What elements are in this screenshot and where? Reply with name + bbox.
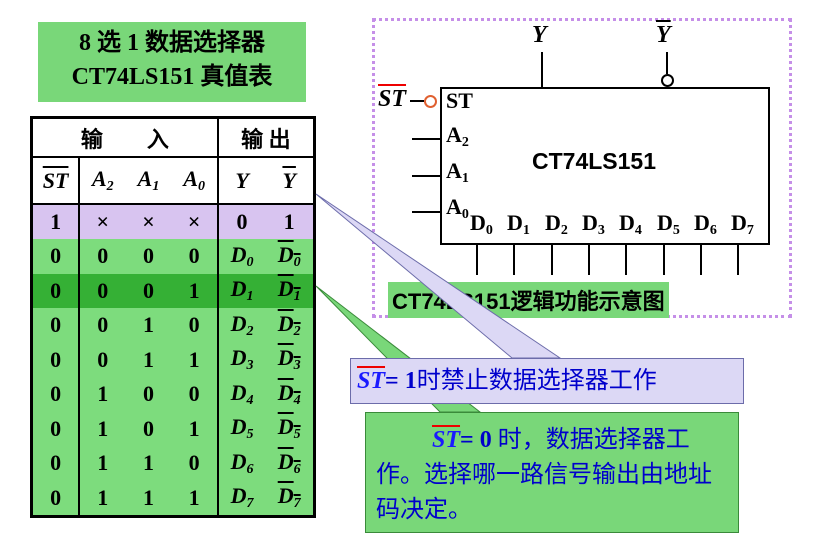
- callout-disable: ST= 1时禁止数据选择器工作: [350, 358, 744, 404]
- callout-enable: ST= 0 时，数据选择器工作。选择哪一路信号输出由地址码决定。: [365, 412, 739, 533]
- pointer-disable: [315, 193, 562, 359]
- callout-enable-st: ST: [432, 427, 461, 453]
- callout-disable-st: ST: [357, 368, 386, 394]
- callout-enable-eq: = 0: [460, 427, 492, 453]
- callout-disable-text: 时禁止数据选择器工作: [416, 368, 657, 394]
- callout-disable-eq: = 1: [385, 368, 417, 394]
